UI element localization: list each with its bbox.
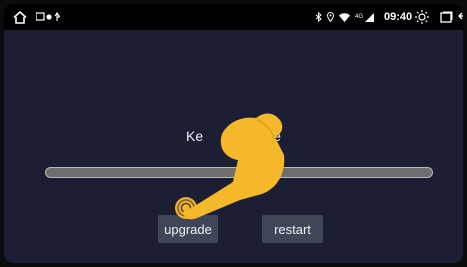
- usb-icon: [54, 12, 61, 21]
- image-icon: [36, 12, 45, 21]
- status-bar: 4G 09:40: [4, 4, 463, 30]
- restart-button[interactable]: restart: [262, 215, 323, 243]
- bluetooth-icon: [315, 12, 322, 22]
- recent-apps-icon[interactable]: [440, 4, 453, 30]
- system-status-icons: 4G: [315, 4, 375, 30]
- 4g-signal-icon: [365, 12, 375, 22]
- network-type-label: 4G: [355, 14, 364, 20]
- location-icon: [327, 12, 334, 22]
- home-icon[interactable]: [13, 4, 27, 30]
- wifi-icon: [339, 12, 350, 22]
- device-screen: 4G 09:40 Ke e upgrade restart: [4, 4, 463, 263]
- notification-icons: [36, 4, 64, 30]
- back-icon[interactable]: [458, 4, 463, 30]
- dot-icon: [46, 14, 52, 20]
- brightness-icon[interactable]: [414, 4, 430, 30]
- upgrade-button[interactable]: upgrade: [158, 215, 218, 243]
- upgrade-progress-bar: [45, 167, 433, 178]
- status-time: 09:40: [384, 11, 413, 23]
- update-title: Ke e: [186, 128, 281, 144]
